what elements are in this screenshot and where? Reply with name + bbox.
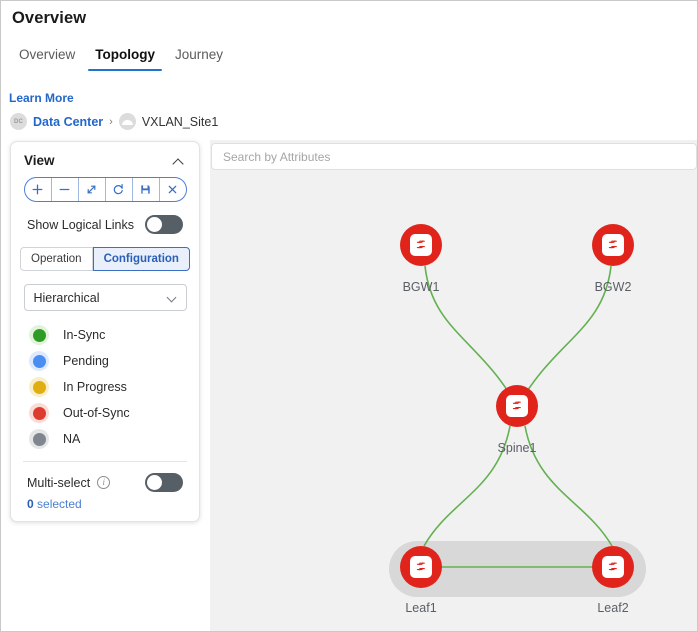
multi-select-label-group: Multi-select i [27, 475, 111, 490]
zoom-out-button[interactable] [52, 178, 79, 201]
datacenter-avatar-icon: DC [10, 113, 27, 130]
legend-item-in-progress[interactable]: In Progress [11, 374, 199, 400]
layout-select-value: Hierarchical [33, 290, 100, 305]
multi-select-label: Multi-select [27, 475, 91, 490]
breadcrumb-separator: › [109, 115, 113, 128]
node-leaf1[interactable] [400, 546, 442, 588]
cloud-avatar-icon [118, 113, 136, 130]
legend-label-in-progress: In Progress [63, 380, 127, 394]
page-title: Overview [12, 9, 87, 27]
legend-label-pending: Pending [63, 354, 109, 368]
close-button[interactable] [160, 178, 186, 201]
topology-page: Overview Overview Topology Journey Learn… [0, 0, 698, 632]
view-panel-header: View [11, 142, 199, 174]
legend-dot-in-progress [29, 377, 49, 397]
node-bgw1[interactable] [400, 224, 442, 266]
tab-topology[interactable]: Topology [85, 47, 165, 71]
legend-item-in-sync[interactable]: In-Sync [11, 322, 199, 348]
legend-dot-in-sync [29, 325, 49, 345]
router-icon [410, 556, 432, 578]
node-status-disc [400, 546, 442, 588]
multi-select-row: Multi-select i [11, 462, 199, 492]
node-status-disc [592, 546, 634, 588]
show-logical-links-row: Show Logical Links [11, 202, 199, 234]
view-panel-title: View [24, 153, 55, 168]
tab-bar: Overview Topology Journey [9, 47, 233, 71]
node-status-disc [400, 224, 442, 266]
node-spine1[interactable] [496, 385, 538, 427]
node-bgw2[interactable] [592, 224, 634, 266]
chevron-up-icon[interactable] [173, 157, 186, 165]
mode-toggle-group: Operation Configuration [20, 247, 190, 271]
save-button[interactable] [133, 178, 160, 201]
breadcrumb-item-data-center[interactable]: Data Center [33, 115, 103, 129]
legend-item-pending[interactable]: Pending [11, 348, 199, 374]
status-legend: In-Sync Pending In Progress Out-of-Sync … [11, 311, 199, 452]
router-icon [602, 234, 624, 256]
zoom-in-button[interactable] [25, 178, 52, 201]
breadcrumb-item-vxlan-site1[interactable]: VXLAN_Site1 [142, 115, 218, 129]
legend-item-na[interactable]: NA [11, 426, 199, 452]
node-status-disc [592, 224, 634, 266]
link-spine1-leaf1 [423, 425, 511, 547]
link-spine1-leaf2 [524, 425, 613, 547]
legend-item-out-of-sync[interactable]: Out-of-Sync [11, 400, 199, 426]
mode-operation-button[interactable]: Operation [20, 247, 93, 271]
mode-configuration-button[interactable]: Configuration [92, 247, 190, 271]
tab-journey[interactable]: Journey [165, 47, 233, 71]
tab-overview[interactable]: Overview [9, 47, 85, 71]
legend-dot-pending [29, 351, 49, 371]
layout-select[interactable]: Hierarchical [23, 284, 187, 311]
show-logical-links-label: Show Logical Links [27, 217, 135, 232]
refresh-button[interactable] [106, 178, 133, 201]
info-icon[interactable]: i [97, 476, 111, 489]
legend-label-in-sync: In-Sync [63, 328, 106, 342]
search-bar[interactable] [211, 143, 697, 170]
node-leaf2[interactable] [592, 546, 634, 588]
chevron-down-icon [167, 294, 177, 301]
learn-more-link[interactable]: Learn More [9, 91, 74, 105]
router-icon [506, 395, 528, 417]
legend-dot-out-of-sync [29, 403, 49, 423]
view-panel: View Show Logical Links Operation Config… [10, 141, 200, 522]
topology-canvas[interactable]: BGW1 BGW2 Spine1 Leaf1 Leaf2 [210, 140, 697, 631]
toggle-knob [147, 475, 162, 490]
router-icon [602, 556, 624, 578]
selected-count-suffix: selected [33, 497, 82, 511]
breadcrumb: DC Data Center › VXLAN_Site1 [10, 113, 218, 130]
fit-to-screen-button[interactable] [79, 178, 106, 201]
selected-count: 0 selected [11, 492, 199, 511]
legend-label-na: NA [63, 432, 81, 446]
node-status-disc [496, 385, 538, 427]
view-toolbar [23, 177, 187, 202]
legend-dot-na [29, 429, 49, 449]
search-input[interactable] [212, 144, 696, 169]
legend-label-out-of-sync: Out-of-Sync [63, 406, 130, 420]
multi-select-toggle[interactable] [145, 473, 183, 492]
router-icon [410, 234, 432, 256]
show-logical-links-toggle[interactable] [145, 215, 183, 234]
selected-count-value: 0 [27, 497, 34, 511]
toggle-knob [147, 217, 162, 232]
